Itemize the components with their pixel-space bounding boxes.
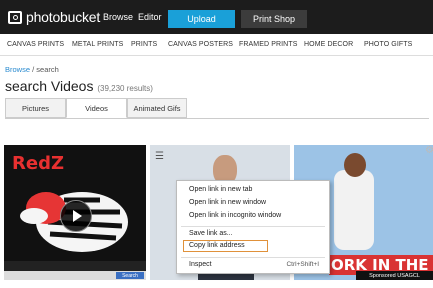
ctx-save-link-as[interactable]: Save link as... bbox=[189, 230, 233, 237]
menu-icon[interactable]: ☰ bbox=[155, 151, 164, 162]
category-framed-prints[interactable]: FRAMED PRINTS bbox=[239, 41, 297, 48]
nav-browse[interactable]: Browse bbox=[103, 12, 133, 22]
category-home-decor[interactable]: HOME DECOR bbox=[304, 41, 353, 48]
nav-editor[interactable]: Editor bbox=[138, 12, 162, 22]
ctx-separator bbox=[181, 226, 325, 227]
runner-body bbox=[334, 170, 374, 250]
result-count: (39,230 results) bbox=[97, 84, 153, 93]
photobucket-logo[interactable]: photobucket bbox=[8, 9, 100, 25]
category-bar: CANVAS PRINTS METAL PRINTS PRINTS CANVAS… bbox=[0, 34, 433, 56]
video-thumbnail-1[interactable]: RedZ Search bbox=[4, 145, 146, 280]
print-shop-button[interactable]: Print Shop bbox=[241, 10, 307, 28]
tab-videos[interactable]: Videos bbox=[66, 98, 127, 118]
ctx-separator bbox=[181, 257, 325, 258]
ctx-copy-link-address[interactable]: Copy link address bbox=[189, 242, 245, 249]
upload-button[interactable]: Upload bbox=[168, 10, 235, 28]
category-canvas-prints[interactable]: CANVAS PRINTS bbox=[7, 41, 64, 48]
category-prints[interactable]: PRINTS bbox=[131, 41, 157, 48]
thumbnail-search-strip: Search bbox=[4, 271, 146, 280]
breadcrumb: Browse / search bbox=[5, 65, 59, 74]
thumbnail-search-button[interactable]: Search bbox=[116, 272, 144, 279]
breadcrumb-separator: / bbox=[32, 65, 35, 74]
top-navbar: photobucket Browse Editor Upload Print S… bbox=[0, 0, 433, 34]
category-canvas-posters[interactable]: CANVAS POSTERS bbox=[168, 41, 233, 48]
context-menu: Open link in new tab Open link in new wi… bbox=[176, 180, 330, 274]
video-player-bar bbox=[4, 261, 146, 271]
camera-icon bbox=[8, 10, 22, 24]
play-button-icon[interactable] bbox=[60, 200, 92, 232]
ctx-inspect-shortcut: Ctrl+Shift+I bbox=[286, 261, 319, 268]
tab-divider bbox=[5, 118, 429, 119]
breadcrumb-current: search bbox=[36, 65, 59, 74]
tab-animated-gifs[interactable]: Animated Gifs bbox=[127, 98, 187, 118]
gear-icon[interactable]: ⚙ bbox=[425, 145, 433, 156]
breadcrumb-browse-link[interactable]: Browse bbox=[5, 65, 30, 74]
category-photo-gifts[interactable]: PHOTO GIFTS bbox=[364, 41, 412, 48]
page-title: search Videos (39,230 results) bbox=[5, 78, 153, 94]
ctx-open-new-window[interactable]: Open link in new window bbox=[189, 199, 266, 206]
ctx-inspect[interactable]: Inspect bbox=[189, 261, 212, 268]
sponsored-label: Sponsored USAGCL bbox=[356, 271, 433, 280]
category-metal-prints[interactable]: METAL PRINTS bbox=[72, 41, 123, 48]
ctx-open-new-tab[interactable]: Open link in new tab bbox=[189, 186, 252, 193]
logo-text: photobucket bbox=[26, 9, 101, 25]
ctx-open-incognito[interactable]: Open link in incognito window bbox=[189, 212, 281, 219]
tab-pictures[interactable]: Pictures bbox=[5, 98, 66, 118]
runner-head bbox=[344, 153, 366, 177]
page-title-text: search Videos bbox=[5, 78, 94, 94]
